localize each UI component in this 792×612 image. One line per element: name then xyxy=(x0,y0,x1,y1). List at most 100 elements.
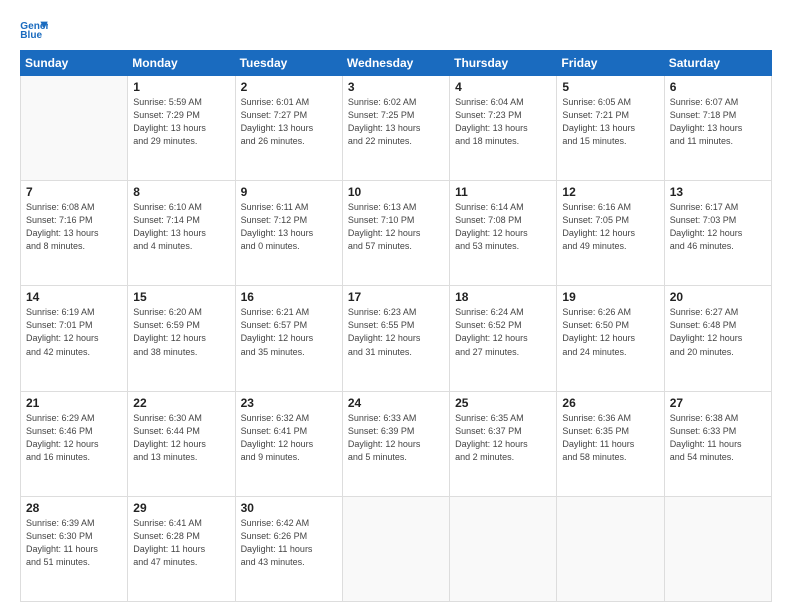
calendar-cell: 29 Sunrise: 6:41 AM Sunset: 6:28 PM Dayli… xyxy=(128,496,235,601)
calendar-cell xyxy=(664,496,771,601)
calendar-cell xyxy=(557,496,664,601)
calendar-cell: 25 Sunrise: 6:35 AM Sunset: 6:37 PM Dayli… xyxy=(450,391,557,496)
day-number: 7 xyxy=(26,185,122,199)
calendar-cell: 13 Sunrise: 6:17 AM Sunset: 7:03 PM Dayli… xyxy=(664,181,771,286)
day-number: 13 xyxy=(670,185,766,199)
calendar-cell: 14 Sunrise: 6:19 AM Sunset: 7:01 PM Dayli… xyxy=(21,286,128,391)
day-number: 28 xyxy=(26,501,122,515)
calendar-cell: 21 Sunrise: 6:29 AM Sunset: 6:46 PM Dayli… xyxy=(21,391,128,496)
weekday-header: Monday xyxy=(128,51,235,76)
day-info: Sunrise: 6:42 AM Sunset: 6:26 PM Dayligh… xyxy=(241,517,337,569)
calendar-cell: 6 Sunrise: 6:07 AM Sunset: 7:18 PM Daylig… xyxy=(664,76,771,181)
day-info: Sunrise: 6:33 AM Sunset: 6:39 PM Dayligh… xyxy=(348,412,444,464)
day-info: Sunrise: 6:13 AM Sunset: 7:10 PM Dayligh… xyxy=(348,201,444,253)
day-number: 24 xyxy=(348,396,444,410)
calendar-cell: 7 Sunrise: 6:08 AM Sunset: 7:16 PM Daylig… xyxy=(21,181,128,286)
calendar-cell: 30 Sunrise: 6:42 AM Sunset: 6:26 PM Dayli… xyxy=(235,496,342,601)
day-number: 16 xyxy=(241,290,337,304)
weekday-header: Sunday xyxy=(21,51,128,76)
calendar-cell: 2 Sunrise: 6:01 AM Sunset: 7:27 PM Daylig… xyxy=(235,76,342,181)
header: General Blue xyxy=(20,18,772,40)
calendar-cell: 3 Sunrise: 6:02 AM Sunset: 7:25 PM Daylig… xyxy=(342,76,449,181)
day-number: 20 xyxy=(670,290,766,304)
svg-text:Blue: Blue xyxy=(20,30,42,40)
calendar-cell: 16Sunrise: 6:21 AM Sunset: 6:57 PM Dayli… xyxy=(235,286,342,391)
calendar-cell: 19 Sunrise: 6:26 AM Sunset: 6:50 PM Dayli… xyxy=(557,286,664,391)
page: General Blue SundayMondayTuesdayWednesda… xyxy=(0,0,792,612)
day-number: 29 xyxy=(133,501,229,515)
day-number: 9 xyxy=(241,185,337,199)
day-info: Sunrise: 6:35 AM Sunset: 6:37 PM Dayligh… xyxy=(455,412,551,464)
day-number: 22 xyxy=(133,396,229,410)
day-number: 4 xyxy=(455,80,551,94)
calendar-cell: 17 Sunrise: 6:23 AM Sunset: 6:55 PM Dayli… xyxy=(342,286,449,391)
calendar-cell xyxy=(342,496,449,601)
day-info: Sunrise: 6:05 AM Sunset: 7:21 PM Dayligh… xyxy=(562,96,658,148)
day-number: 11 xyxy=(455,185,551,199)
day-info: Sunrise: 6:10 AM Sunset: 7:14 PM Dayligh… xyxy=(133,201,229,253)
day-info: Sunrise: 6:01 AM Sunset: 7:27 PM Dayligh… xyxy=(241,96,337,148)
calendar-cell: 20 Sunrise: 6:27 AM Sunset: 6:48 PM Dayli… xyxy=(664,286,771,391)
day-number: 19 xyxy=(562,290,658,304)
calendar-week-row: 28 Sunrise: 6:39 AM Sunset: 6:30 PM Dayli… xyxy=(21,496,772,601)
day-number: 27 xyxy=(670,396,766,410)
day-number: 14 xyxy=(26,290,122,304)
day-number: 12 xyxy=(562,185,658,199)
day-info: Sunrise: 6:27 AM Sunset: 6:48 PM Dayligh… xyxy=(670,306,766,358)
day-info: Sunrise: 6:32 AM Sunset: 6:41 PM Dayligh… xyxy=(241,412,337,464)
day-info: Sunrise: 6:02 AM Sunset: 7:25 PM Dayligh… xyxy=(348,96,444,148)
weekday-header: Friday xyxy=(557,51,664,76)
calendar-cell: 12 Sunrise: 6:16 AM Sunset: 7:05 PM Dayli… xyxy=(557,181,664,286)
weekday-header: Wednesday xyxy=(342,51,449,76)
day-number: 2 xyxy=(241,80,337,94)
day-info: Sunrise: 6:39 AM Sunset: 6:30 PM Dayligh… xyxy=(26,517,122,569)
day-number: 30 xyxy=(241,501,337,515)
day-info: Sunrise: 6:19 AM Sunset: 7:01 PM Dayligh… xyxy=(26,306,122,358)
day-number: 17 xyxy=(348,290,444,304)
day-info: Sunrise: 6:29 AM Sunset: 6:46 PM Dayligh… xyxy=(26,412,122,464)
calendar-week-row: 7 Sunrise: 6:08 AM Sunset: 7:16 PM Daylig… xyxy=(21,181,772,286)
day-info: Sunrise: 6:38 AM Sunset: 6:33 PM Dayligh… xyxy=(670,412,766,464)
calendar-header-row: SundayMondayTuesdayWednesdayThursdayFrid… xyxy=(21,51,772,76)
day-info: Sunrise: 6:17 AM Sunset: 7:03 PM Dayligh… xyxy=(670,201,766,253)
calendar-cell xyxy=(450,496,557,601)
day-info: Sunrise: 6:20 AM Sunset: 6:59 PM Dayligh… xyxy=(133,306,229,358)
calendar-cell: 15Sunrise: 6:20 AM Sunset: 6:59 PM Dayli… xyxy=(128,286,235,391)
day-number: 1 xyxy=(133,80,229,94)
day-number: 6 xyxy=(670,80,766,94)
calendar-cell: 24 Sunrise: 6:33 AM Sunset: 6:39 PM Dayli… xyxy=(342,391,449,496)
calendar-cell: 18 Sunrise: 6:24 AM Sunset: 6:52 PM Dayli… xyxy=(450,286,557,391)
day-number: 21 xyxy=(26,396,122,410)
calendar-cell: 27 Sunrise: 6:38 AM Sunset: 6:33 PM Dayli… xyxy=(664,391,771,496)
calendar-cell: 28 Sunrise: 6:39 AM Sunset: 6:30 PM Dayli… xyxy=(21,496,128,601)
calendar-cell: 4Sunrise: 6:04 AM Sunset: 7:23 PM Daylig… xyxy=(450,76,557,181)
day-info: Sunrise: 6:23 AM Sunset: 6:55 PM Dayligh… xyxy=(348,306,444,358)
day-info: Sunrise: 5:59 AM Sunset: 7:29 PM Dayligh… xyxy=(133,96,229,148)
day-number: 23 xyxy=(241,396,337,410)
day-info: Sunrise: 6:14 AM Sunset: 7:08 PM Dayligh… xyxy=(455,201,551,253)
calendar-cell xyxy=(21,76,128,181)
day-number: 5 xyxy=(562,80,658,94)
day-info: Sunrise: 6:41 AM Sunset: 6:28 PM Dayligh… xyxy=(133,517,229,569)
weekday-header: Thursday xyxy=(450,51,557,76)
calendar-week-row: 21 Sunrise: 6:29 AM Sunset: 6:46 PM Dayli… xyxy=(21,391,772,496)
day-info: Sunrise: 6:36 AM Sunset: 6:35 PM Dayligh… xyxy=(562,412,658,464)
day-info: Sunrise: 6:07 AM Sunset: 7:18 PM Dayligh… xyxy=(670,96,766,148)
day-info: Sunrise: 6:24 AM Sunset: 6:52 PM Dayligh… xyxy=(455,306,551,358)
day-number: 25 xyxy=(455,396,551,410)
calendar-cell: 26 Sunrise: 6:36 AM Sunset: 6:35 PM Dayli… xyxy=(557,391,664,496)
day-number: 18 xyxy=(455,290,551,304)
calendar-cell: 10Sunrise: 6:13 AM Sunset: 7:10 PM Dayli… xyxy=(342,181,449,286)
calendar-table: SundayMondayTuesdayWednesdayThursdayFrid… xyxy=(20,50,772,602)
calendar-cell: 23 Sunrise: 6:32 AM Sunset: 6:41 PM Dayli… xyxy=(235,391,342,496)
logo: General Blue xyxy=(20,18,52,40)
day-info: Sunrise: 6:30 AM Sunset: 6:44 PM Dayligh… xyxy=(133,412,229,464)
calendar-cell: 11 Sunrise: 6:14 AM Sunset: 7:08 PM Dayli… xyxy=(450,181,557,286)
day-info: Sunrise: 6:11 AM Sunset: 7:12 PM Dayligh… xyxy=(241,201,337,253)
day-info: Sunrise: 6:08 AM Sunset: 7:16 PM Dayligh… xyxy=(26,201,122,253)
weekday-header: Saturday xyxy=(664,51,771,76)
day-number: 26 xyxy=(562,396,658,410)
day-info: Sunrise: 6:26 AM Sunset: 6:50 PM Dayligh… xyxy=(562,306,658,358)
day-info: Sunrise: 6:16 AM Sunset: 7:05 PM Dayligh… xyxy=(562,201,658,253)
day-number: 3 xyxy=(348,80,444,94)
